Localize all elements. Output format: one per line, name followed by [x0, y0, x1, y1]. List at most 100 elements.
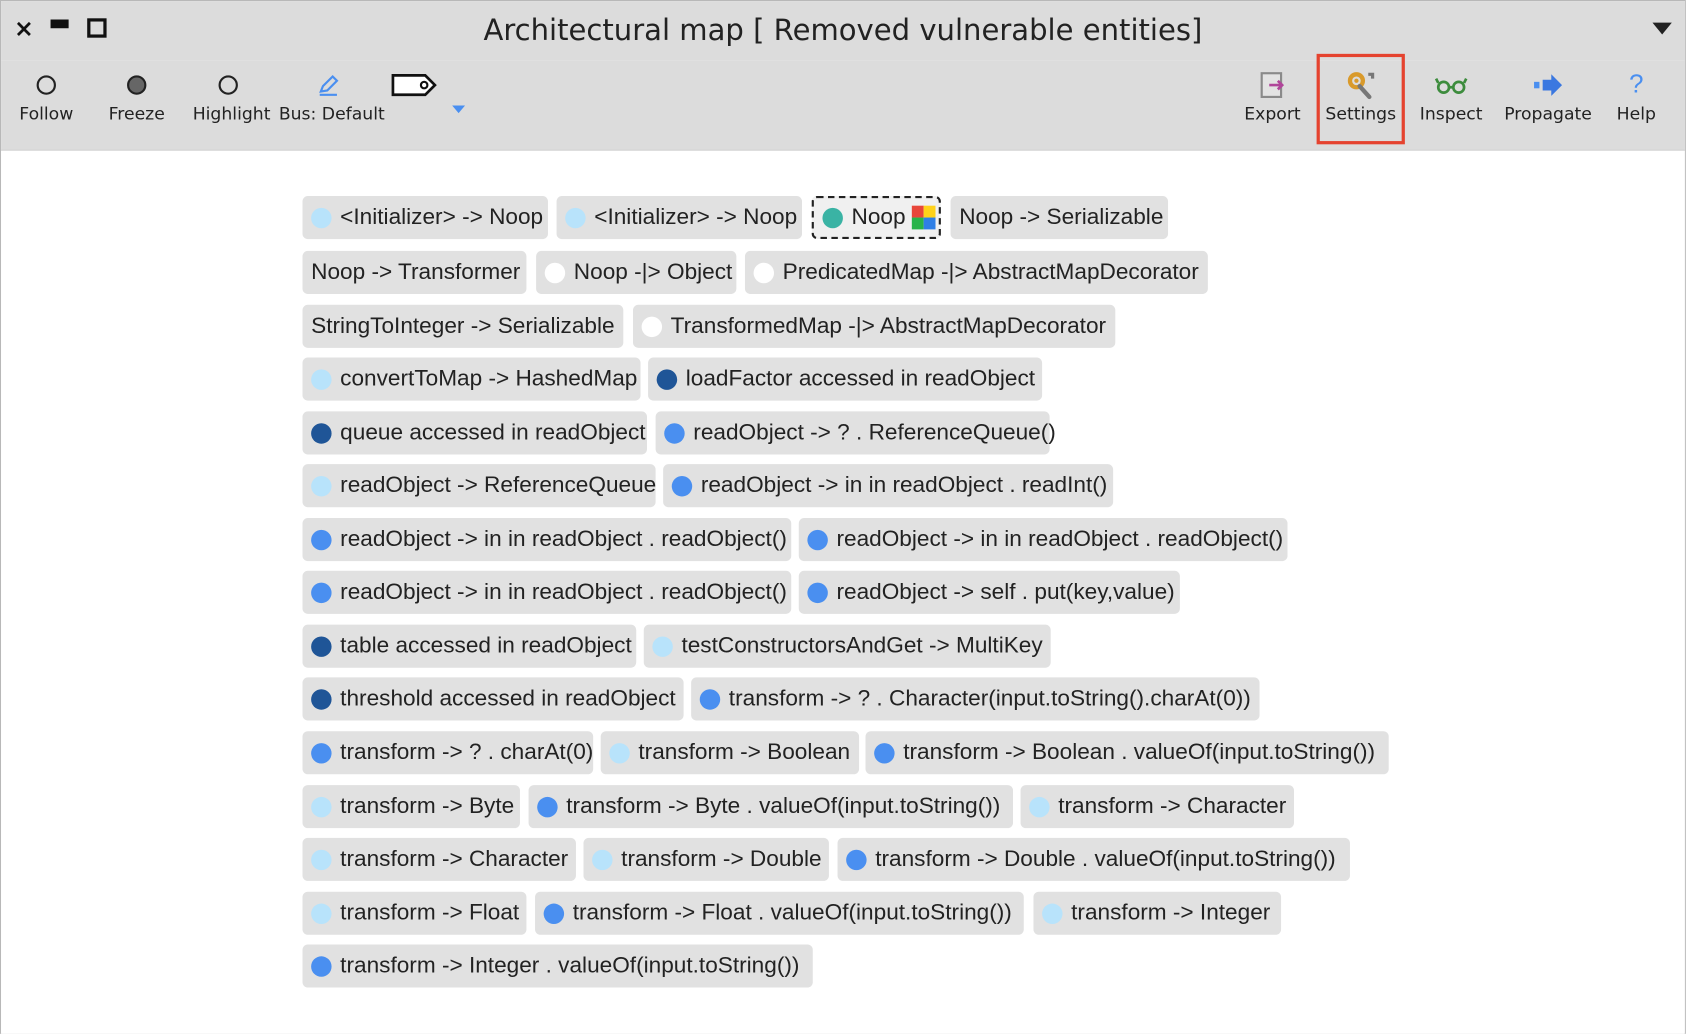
export-label: Export [1244, 103, 1301, 124]
entity-node[interactable]: transform -> Double [583, 837, 829, 881]
highlight-label: Highlight [192, 103, 271, 124]
node-status-dot-icon [1042, 903, 1063, 924]
node-label: transform -> Integer . valueOf(input.toS… [340, 953, 800, 978]
window-menu-chevron-down-icon[interactable] [1652, 22, 1672, 35]
entity-node[interactable]: threshold accessed in readObject [302, 677, 684, 721]
node-label: queue accessed in readObject [340, 420, 646, 445]
inspect-button[interactable]: Inspect [1418, 67, 1485, 140]
entity-node[interactable]: transform -> ? . Character(input.toStrin… [691, 677, 1260, 721]
entity-node[interactable]: Noop -> Transformer [302, 250, 527, 294]
node-label: transform -> Boolean . valueOf(input.toS… [903, 739, 1376, 765]
entity-node[interactable]: transform -> Boolean . valueOf(input.toS… [865, 731, 1389, 775]
node-label: Noop -> Transformer [311, 259, 521, 285]
node-status-dot-icon [671, 475, 693, 496]
node-label: loadFactor accessed in readObject [685, 366, 1036, 391]
entity-node[interactable]: transform -> Character [1020, 785, 1294, 829]
tag-icon [391, 74, 437, 97]
entity-node[interactable]: transform -> Boolean [600, 731, 860, 775]
node-status-dot-icon [311, 207, 332, 228]
node-label: <Initializer> -> Noop [594, 204, 798, 230]
entity-node[interactable]: readObject -> in in readObject . readObj… [302, 518, 792, 562]
node-label: TransformedMap -|> AbstractMapDecorator [670, 313, 1107, 339]
export-icon [1260, 72, 1285, 99]
node-label: table accessed in readObject [340, 633, 632, 659]
entity-node[interactable]: readObject -> in in readObject . readObj… [302, 570, 792, 614]
help-question-icon: ? [1629, 70, 1644, 100]
node-label: transform -> Double . valueOf(input.toSt… [875, 846, 1336, 872]
settings-button[interactable]: Settings [1316, 53, 1405, 145]
entity-node[interactable]: queue accessed in readObject [302, 411, 647, 455]
help-button[interactable]: ? Help [1609, 67, 1663, 140]
node-label: transform -> Float . valueOf(input.toStr… [572, 900, 1012, 926]
node-status-dot-icon [537, 796, 558, 817]
entity-node[interactable]: loadFactor accessed in readObject [648, 357, 1043, 401]
entity-node[interactable]: transform -> Integer [1033, 891, 1282, 935]
node-status-dot-icon [311, 742, 332, 764]
node-status-dot-icon [311, 582, 332, 603]
entity-node[interactable]: readObject -> self . put(key,value) [798, 570, 1180, 614]
entity-node[interactable]: transform -> Character [302, 837, 576, 881]
follow-button[interactable]: Follow [14, 67, 79, 140]
wrench-gear-icon [1347, 72, 1375, 100]
entity-node-selected[interactable]: Noop [811, 196, 941, 240]
node-status-dot-icon [311, 422, 332, 444]
highlight-button[interactable]: Highlight [192, 67, 271, 140]
entity-node[interactable]: readObject -> in in readObject . readInt… [663, 464, 1114, 508]
freeze-label: Freeze [108, 103, 165, 124]
node-status-dot-icon [609, 742, 630, 764]
window-title: Architectural map [ Removed vulnerable e… [483, 14, 1203, 48]
entity-node[interactable]: transform -> Double . valueOf(input.toSt… [837, 837, 1350, 881]
tag-dropdown[interactable] [391, 67, 475, 140]
entity-node[interactable]: StringToInteger -> Serializable [302, 304, 624, 348]
node-status-dot-icon [846, 849, 867, 870]
freeze-button[interactable]: Freeze [104, 67, 169, 140]
freeze-circle-icon [127, 75, 147, 95]
export-button[interactable]: Export [1241, 67, 1303, 140]
entity-node[interactable]: PredicatedMap -|> AbstractMapDecorator [744, 250, 1208, 294]
entity-node[interactable]: readObject -> ReferenceQueue [302, 464, 656, 508]
entity-node[interactable]: transform -> Float [302, 891, 527, 935]
node-label: transform -> ? . charAt(0) [340, 739, 594, 765]
entity-node[interactable]: testConstructorsAndGet -> MultiKey [643, 624, 1051, 668]
node-status-dot-icon [641, 316, 663, 337]
entity-node[interactable]: Noop -> Serializable [950, 196, 1169, 240]
node-label: readObject -> in in readObject . readInt… [700, 472, 1108, 498]
node-label: Noop -> Serializable [959, 204, 1164, 230]
entity-node[interactable]: <Initializer> -> Noop [556, 196, 803, 240]
entity-node[interactable]: transform -> Float . valueOf(input.toStr… [535, 891, 1024, 935]
entity-node[interactable]: TransformedMap -|> AbstractMapDecorator [633, 304, 1116, 348]
node-label: readObject -> in in readObject . readObj… [340, 526, 787, 552]
node-status-dot-icon [565, 207, 586, 228]
highlight-circle-icon [218, 75, 238, 95]
entity-node[interactable]: <Initializer> -> Noop [302, 196, 548, 240]
entity-node[interactable]: transform -> Integer . valueOf(input.toS… [302, 944, 813, 988]
entity-node[interactable]: transform -> Byte . valueOf(input.toStri… [528, 785, 1014, 829]
bus-default-button[interactable]: Bus: Default [278, 67, 385, 140]
node-label: transform -> Float [340, 900, 520, 926]
follow-label: Follow [19, 103, 74, 124]
node-label: transform -> ? . Character(input.toStrin… [728, 686, 1251, 711]
node-label: Noop -|> Object [573, 259, 733, 285]
inspect-glasses-icon [1434, 78, 1468, 94]
node-label: readObject -> in in readObject . readObj… [836, 526, 1284, 552]
entity-node[interactable]: readObject -> in in readObject . readObj… [798, 518, 1288, 562]
architecture-map-canvas[interactable]: <Initializer> -> Noop <Initializer> -> No… [1, 150, 1685, 1034]
node-status-dot-icon [311, 796, 332, 817]
title-bar: × ▬ Architectural map [ Removed vulnerab… [1, 1, 1685, 61]
entity-node[interactable]: Noop -|> Object [536, 250, 737, 294]
tag-chevron-down-icon[interactable] [452, 105, 466, 114]
bus-default-label: Bus: Default [278, 103, 385, 124]
entity-node[interactable]: table accessed in readObject [302, 624, 637, 668]
propagate-button[interactable]: Propagate [1504, 67, 1592, 140]
entity-node[interactable]: transform -> ? . charAt(0) [302, 731, 594, 775]
node-label: transform -> Byte [340, 793, 515, 819]
node-status-dot-icon [822, 207, 843, 228]
node-label: <Initializer> -> Noop [340, 204, 544, 230]
entity-node[interactable]: convertToMap -> HashedMap [302, 357, 641, 401]
entity-node[interactable]: readObject -> ? . ReferenceQueue() [655, 411, 1056, 455]
node-label: readObject -> ? . ReferenceQueue() [693, 420, 1056, 445]
pencil-icon [319, 74, 339, 96]
entity-node[interactable]: transform -> Byte [302, 785, 520, 829]
architectural-map-window: × ▬ Architectural map [ Removed vulnerab… [0, 0, 1688, 1036]
node-status-dot-icon [874, 742, 895, 764]
